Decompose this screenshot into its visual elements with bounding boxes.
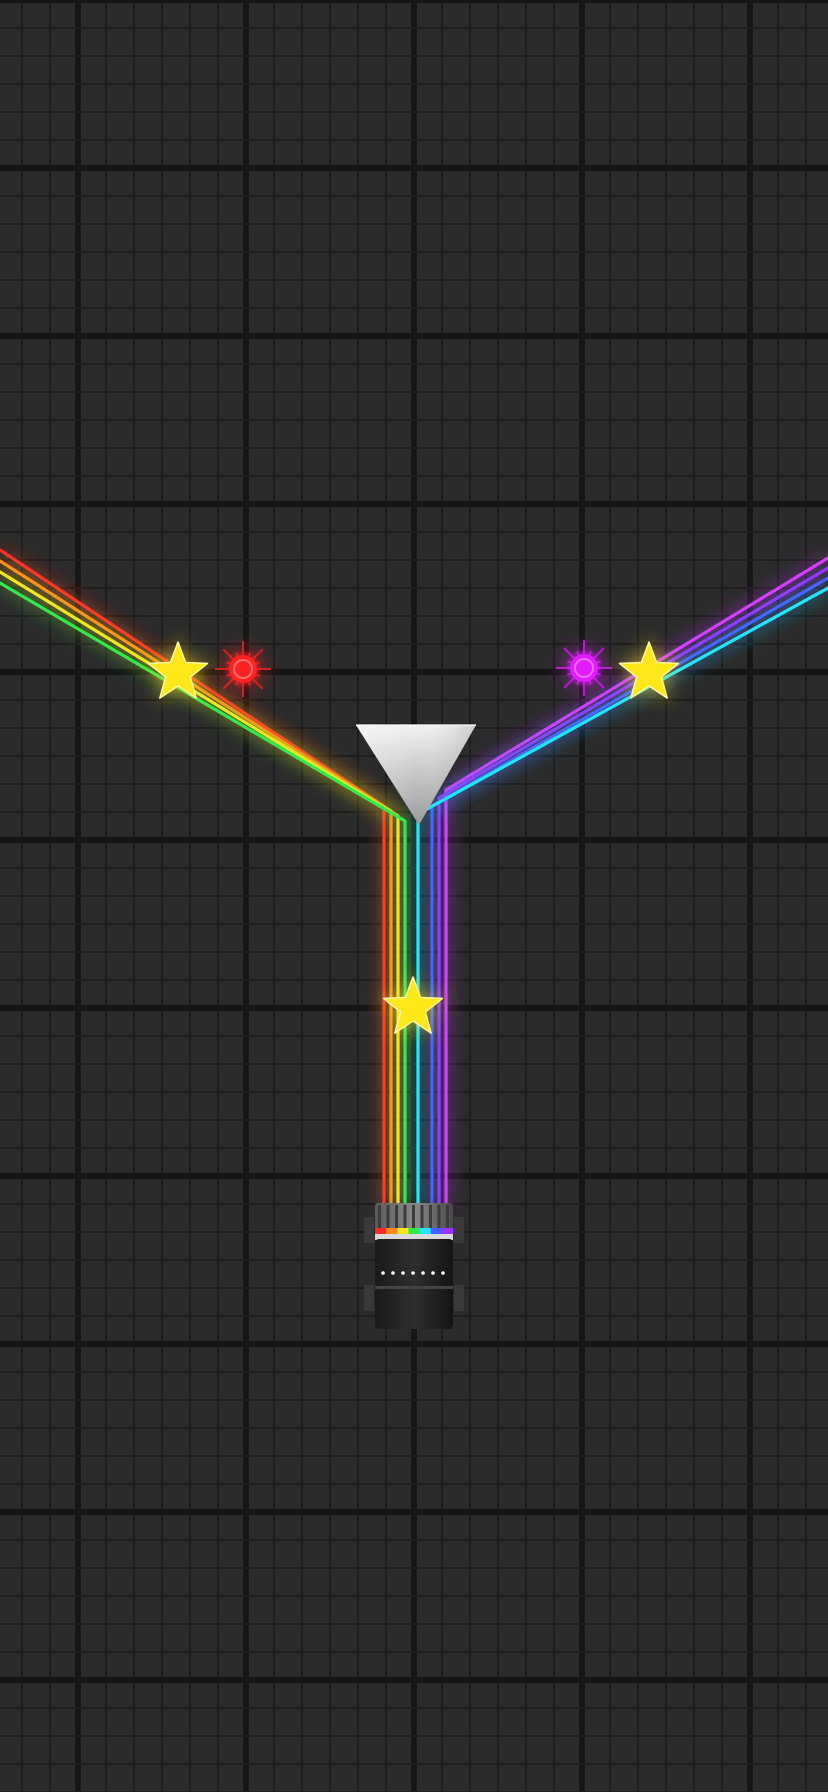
light-emitter-icon[interactable] (364, 1203, 464, 1329)
magenta-sparkle-icon[interactable] (556, 640, 612, 696)
red-sparkle-icon[interactable] (215, 641, 271, 697)
game-board[interactable] (0, 0, 828, 1792)
